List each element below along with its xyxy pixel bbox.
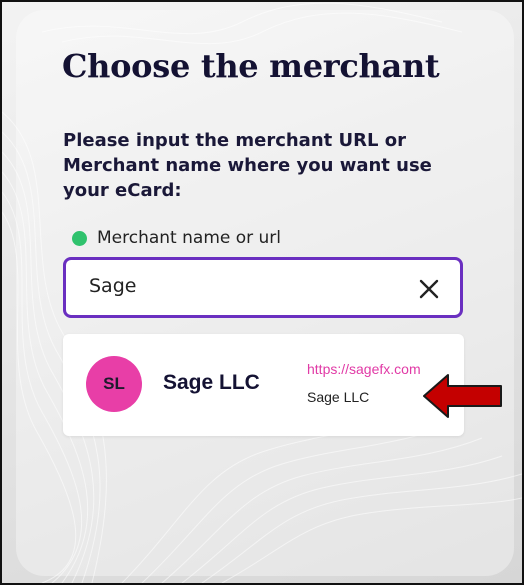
avatar: SL	[86, 356, 142, 412]
merchant-name: Sage LLC	[163, 371, 260, 394]
arrow-left-icon	[423, 374, 502, 418]
close-icon[interactable]	[418, 278, 440, 300]
field-label-row: Merchant name or url	[72, 228, 281, 248]
merchant-subtitle: Sage LLC	[307, 389, 370, 405]
screenshot-frame: Choose the merchant Please input the mer…	[0, 0, 524, 585]
merchant-field-label: Merchant name or url	[97, 228, 282, 248]
merchant-result-item[interactable]: SL Sage LLC https://sagefx.com Sage LLC	[63, 334, 464, 436]
status-dot-icon	[72, 230, 87, 246]
merchant-search-input[interactable]	[66, 273, 411, 298]
page-title: Choose the merchant	[62, 47, 440, 85]
merchant-url: https://sagefx.com	[307, 361, 421, 377]
merchant-search-field[interactable]	[63, 257, 463, 318]
instructions-text: Please input the merchant URL or Merchan…	[63, 130, 432, 201]
